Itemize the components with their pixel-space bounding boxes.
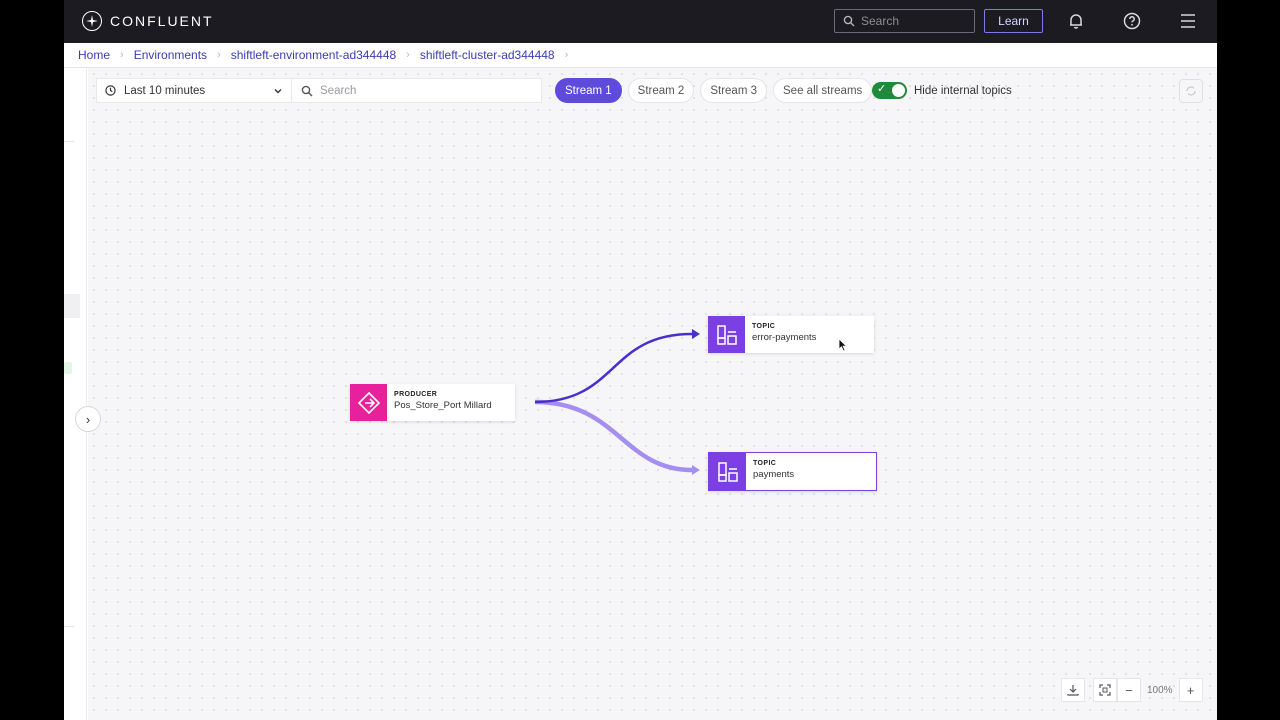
- canvas-controls: − 100% +: [1061, 678, 1203, 702]
- breadcrumb-environment[interactable]: shiftleft-environment-ad344448: [231, 48, 396, 62]
- node-kind-label: TOPIC: [752, 323, 776, 330]
- download-button[interactable]: [1061, 678, 1085, 702]
- edge-producer-to-payments[interactable]: [534, 399, 693, 473]
- search-icon: [843, 15, 855, 27]
- lineage-edges: [534, 329, 700, 475]
- producer-icon: [350, 384, 387, 421]
- fit-view-button[interactable]: [1093, 678, 1117, 702]
- stream-lineage-canvas[interactable]: Last 10 minutes Search Stream 1 Stream 2…: [75, 68, 1217, 720]
- breadcrumb-environments[interactable]: Environments: [134, 48, 207, 62]
- topic-icon: [708, 316, 745, 353]
- node-kind-label: TOPIC: [753, 460, 777, 467]
- fit-view-icon: [1099, 684, 1111, 696]
- edge-arrow: [692, 329, 700, 339]
- chevron-right-icon: ›: [406, 49, 410, 61]
- breadcrumb: Home › Environments › shiftleft-environm…: [64, 43, 1217, 68]
- edge-producer-to-error-payments[interactable]: [534, 332, 693, 404]
- topic-node-error-payments[interactable]: TOPIC error-payments: [708, 316, 874, 353]
- topic-name: error-payments: [752, 332, 817, 343]
- panel-tab[interactable]: [64, 294, 80, 318]
- topic-icon: [709, 453, 746, 490]
- brand-logo[interactable]: CONFLUENT: [82, 11, 214, 31]
- zoom-out-button[interactable]: −: [1117, 678, 1141, 702]
- zoom-in-button[interactable]: +: [1178, 678, 1203, 702]
- chevron-right-icon: ›: [217, 49, 221, 61]
- search-placeholder: Search: [861, 14, 900, 28]
- edge-arrow: [692, 465, 700, 475]
- menu-icon[interactable]: [1178, 11, 1198, 31]
- bell-icon[interactable]: [1066, 11, 1086, 31]
- chevron-right-icon: ›: [564, 49, 569, 61]
- app-window: CONFLUENT Search Learn Home › Environmen…: [64, 0, 1217, 720]
- collapsed-side-panel: [64, 68, 87, 720]
- breadcrumb-cluster[interactable]: shiftleft-cluster-ad344448: [420, 48, 555, 62]
- panel-divider: [64, 626, 74, 627]
- chevron-right-icon: ›: [120, 49, 124, 61]
- brand-name: CONFLUENT: [110, 13, 214, 29]
- producer-node[interactable]: PRODUCER Pos_Store_Port Millard: [350, 384, 515, 421]
- zoom-level: 100%: [1147, 684, 1173, 696]
- producer-name: Pos_Store_Port Millard: [394, 400, 492, 411]
- mouse-cursor-icon: [838, 338, 848, 352]
- global-search-input[interactable]: Search: [834, 9, 975, 33]
- top-navigation-bar: CONFLUENT Search Learn: [64, 0, 1217, 43]
- panel-badge: [64, 362, 72, 374]
- topic-name: payments: [753, 469, 795, 480]
- help-icon[interactable]: [1122, 11, 1142, 31]
- panel-divider: [64, 141, 74, 142]
- topic-node-payments[interactable]: TOPIC payments: [708, 452, 877, 491]
- confluent-logo-icon: [82, 11, 102, 31]
- learn-button[interactable]: Learn: [984, 9, 1043, 33]
- node-kind-label: PRODUCER: [394, 391, 438, 398]
- minus-icon: −: [1125, 682, 1133, 698]
- plus-icon: +: [1186, 682, 1195, 698]
- breadcrumb-home[interactable]: Home: [78, 48, 110, 62]
- download-icon: [1067, 685, 1079, 696]
